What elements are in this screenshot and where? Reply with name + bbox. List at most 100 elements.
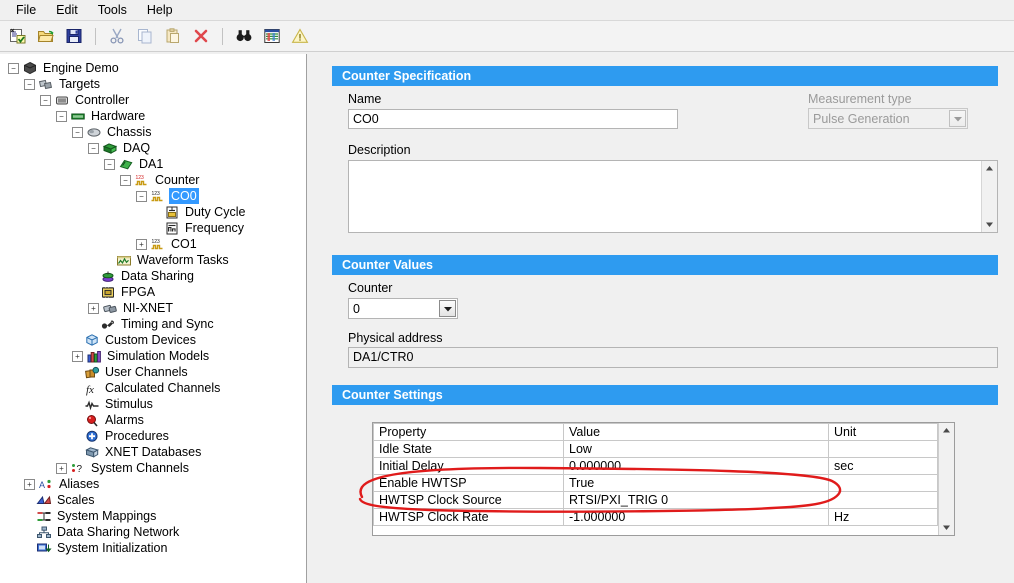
copy-button[interactable] (132, 23, 158, 49)
tree-item-user-channels[interactable]: User Channels (0, 364, 306, 380)
collapse-toggle-icon[interactable]: − (136, 190, 147, 202)
physical-address-input[interactable]: DA1/CTR0 (348, 347, 998, 368)
collapse-toggle-icon[interactable]: − (120, 174, 131, 186)
tree-item-alarms[interactable]: Alarms (0, 412, 306, 428)
tree-item-timing-and-sync[interactable]: Timing and Sync (0, 316, 306, 332)
tree-item-engine-demo[interactable]: − Engine Demo (0, 60, 306, 76)
table-row[interactable]: HWTSP Clock Rate -1.000000 Hz (373, 508, 938, 526)
tree-item-co1[interactable]: +123 CO1 (0, 236, 306, 252)
tree-item-label: User Channels (105, 365, 188, 379)
cut-button[interactable] (104, 23, 130, 49)
tree-item-label: Stimulus (105, 397, 153, 411)
tree-item-simulation-models[interactable]: + Simulation Models (0, 348, 306, 364)
paste-button[interactable] (160, 23, 186, 49)
cell-value: -1.000000 (563, 508, 829, 526)
expand-toggle-icon[interactable]: + (56, 462, 67, 474)
find-button[interactable] (231, 23, 257, 49)
scroll-down-icon[interactable] (982, 217, 998, 232)
collapse-toggle-icon[interactable]: − (104, 158, 115, 170)
tree-item-controller[interactable]: − Controller (0, 92, 306, 108)
warning-button[interactable] (287, 23, 313, 49)
tree-item-xnet-databases[interactable]: XNET Databases (0, 444, 306, 460)
menu-item-tools[interactable]: Tools (88, 0, 137, 20)
scroll-up-icon[interactable] (939, 423, 955, 438)
project-tree[interactable]: − Engine Demo − Targets − Controller − Hardware… (0, 54, 307, 583)
tree-item-system-mappings[interactable]: System Mappings (0, 508, 306, 524)
counter-select[interactable]: 0 (348, 298, 458, 319)
tree-item-custom-devices[interactable]: Custom Devices (0, 332, 306, 348)
delete-icon (194, 29, 208, 43)
collapse-toggle-icon[interactable]: − (24, 78, 35, 90)
new-project-button[interactable] (5, 23, 31, 49)
tree-item-stimulus[interactable]: Stimulus (0, 396, 306, 412)
tree-item-hardware[interactable]: − Hardware (0, 108, 306, 124)
collapse-toggle-icon[interactable]: − (88, 142, 99, 154)
tree-item-label: Frequency (185, 221, 245, 235)
collapse-toggle-icon[interactable]: − (56, 110, 67, 122)
svg-text:A: A (39, 480, 45, 490)
counter-settings-table[interactable]: Property Value Unit Idle State Low Initial… (372, 422, 955, 536)
name-label: Name (348, 92, 382, 106)
tree-item-daq[interactable]: − DAQ (0, 140, 306, 156)
device-icon (119, 159, 133, 169)
tree-item-data-sharing[interactable]: Data Sharing (0, 268, 306, 284)
project-icon (24, 61, 36, 74)
tree-item-waveform-tasks[interactable]: Waveform Tasks (0, 252, 306, 268)
counter-chan-icon: 123 (151, 191, 163, 201)
open-button[interactable] (33, 23, 59, 49)
settings-table-scrollbar[interactable] (938, 423, 954, 535)
channel-list-icon (264, 29, 280, 43)
channel-list-button[interactable] (259, 23, 285, 49)
tree-item-frequency[interactable]: Frequency (0, 220, 306, 236)
cell-property: Idle State (373, 440, 564, 458)
scroll-up-icon[interactable] (982, 161, 998, 176)
collapse-toggle-icon[interactable]: − (8, 62, 19, 74)
description-scrollbar[interactable] (981, 161, 997, 232)
tree-item-calculated-channels[interactable]: fx Calculated Channels (0, 380, 306, 396)
description-textarea[interactable] (348, 160, 998, 233)
menu-item-edit[interactable]: Edit (46, 0, 88, 20)
tree-item-scales[interactable]: Scales (0, 492, 306, 508)
table-row[interactable]: Enable HWTSP True (373, 474, 938, 492)
tree-item-ni-xnet[interactable]: + NI-XNET (0, 300, 306, 316)
table-row[interactable]: HWTSP Clock Source RTSI/PXI_TRIG 0 (373, 491, 938, 509)
expand-toggle-icon[interactable]: + (72, 350, 83, 362)
tree-item-label: Timing and Sync (121, 317, 214, 331)
custom-device-icon (86, 333, 98, 346)
svg-text:?: ? (77, 464, 83, 475)
cell-unit: sec (828, 457, 938, 475)
name-input[interactable]: CO0 (348, 109, 678, 129)
alarms-icon (87, 414, 98, 427)
chevron-down-icon[interactable] (439, 300, 456, 317)
hardware-icon (71, 113, 85, 119)
chevron-down-icon[interactable] (949, 110, 966, 127)
tree-item-counter[interactable]: −123 Counter (0, 172, 306, 188)
expand-toggle-icon[interactable]: + (88, 302, 99, 314)
tree-item-label: NI-XNET (123, 301, 173, 315)
cell-property: Enable HWTSP (373, 474, 564, 492)
tree-item-system-initialization[interactable]: System Initialization (0, 540, 306, 556)
delete-button[interactable] (188, 23, 214, 49)
menu-item-file[interactable]: File (6, 0, 46, 20)
table-row[interactable]: Initial Delay 0.000000 sec (373, 457, 938, 475)
expand-toggle-icon[interactable]: + (24, 478, 35, 490)
tree-item-fpga[interactable]: FPGA (0, 284, 306, 300)
tree-item-aliases[interactable]: + A Aliases (0, 476, 306, 492)
tree-item-procedures[interactable]: Procedures (0, 428, 306, 444)
menu-item-help[interactable]: Help (137, 0, 183, 20)
table-row[interactable]: Idle State Low (373, 440, 938, 458)
collapse-toggle-icon[interactable]: − (40, 94, 51, 106)
scroll-down-icon[interactable] (939, 520, 955, 535)
save-button[interactable] (61, 23, 87, 49)
tree-item-targets[interactable]: − Targets (0, 76, 306, 92)
tree-item-co0[interactable]: −123 CO0 (0, 188, 306, 204)
collapse-toggle-icon[interactable]: − (72, 126, 83, 138)
measurement-type-select[interactable]: Pulse Generation (808, 108, 968, 129)
tree-item-data-sharing-network[interactable]: Data Sharing Network (0, 524, 306, 540)
expand-toggle-icon[interactable]: + (136, 238, 147, 250)
tree-item-chassis[interactable]: − Chassis (0, 124, 306, 140)
tree-item-label: CO1 (171, 237, 197, 251)
tree-item-duty-cycle[interactable]: Duty Cycle (0, 204, 306, 220)
tree-item-system-channels[interactable]: +? System Channels (0, 460, 306, 476)
tree-item-da1[interactable]: − DA1 (0, 156, 306, 172)
